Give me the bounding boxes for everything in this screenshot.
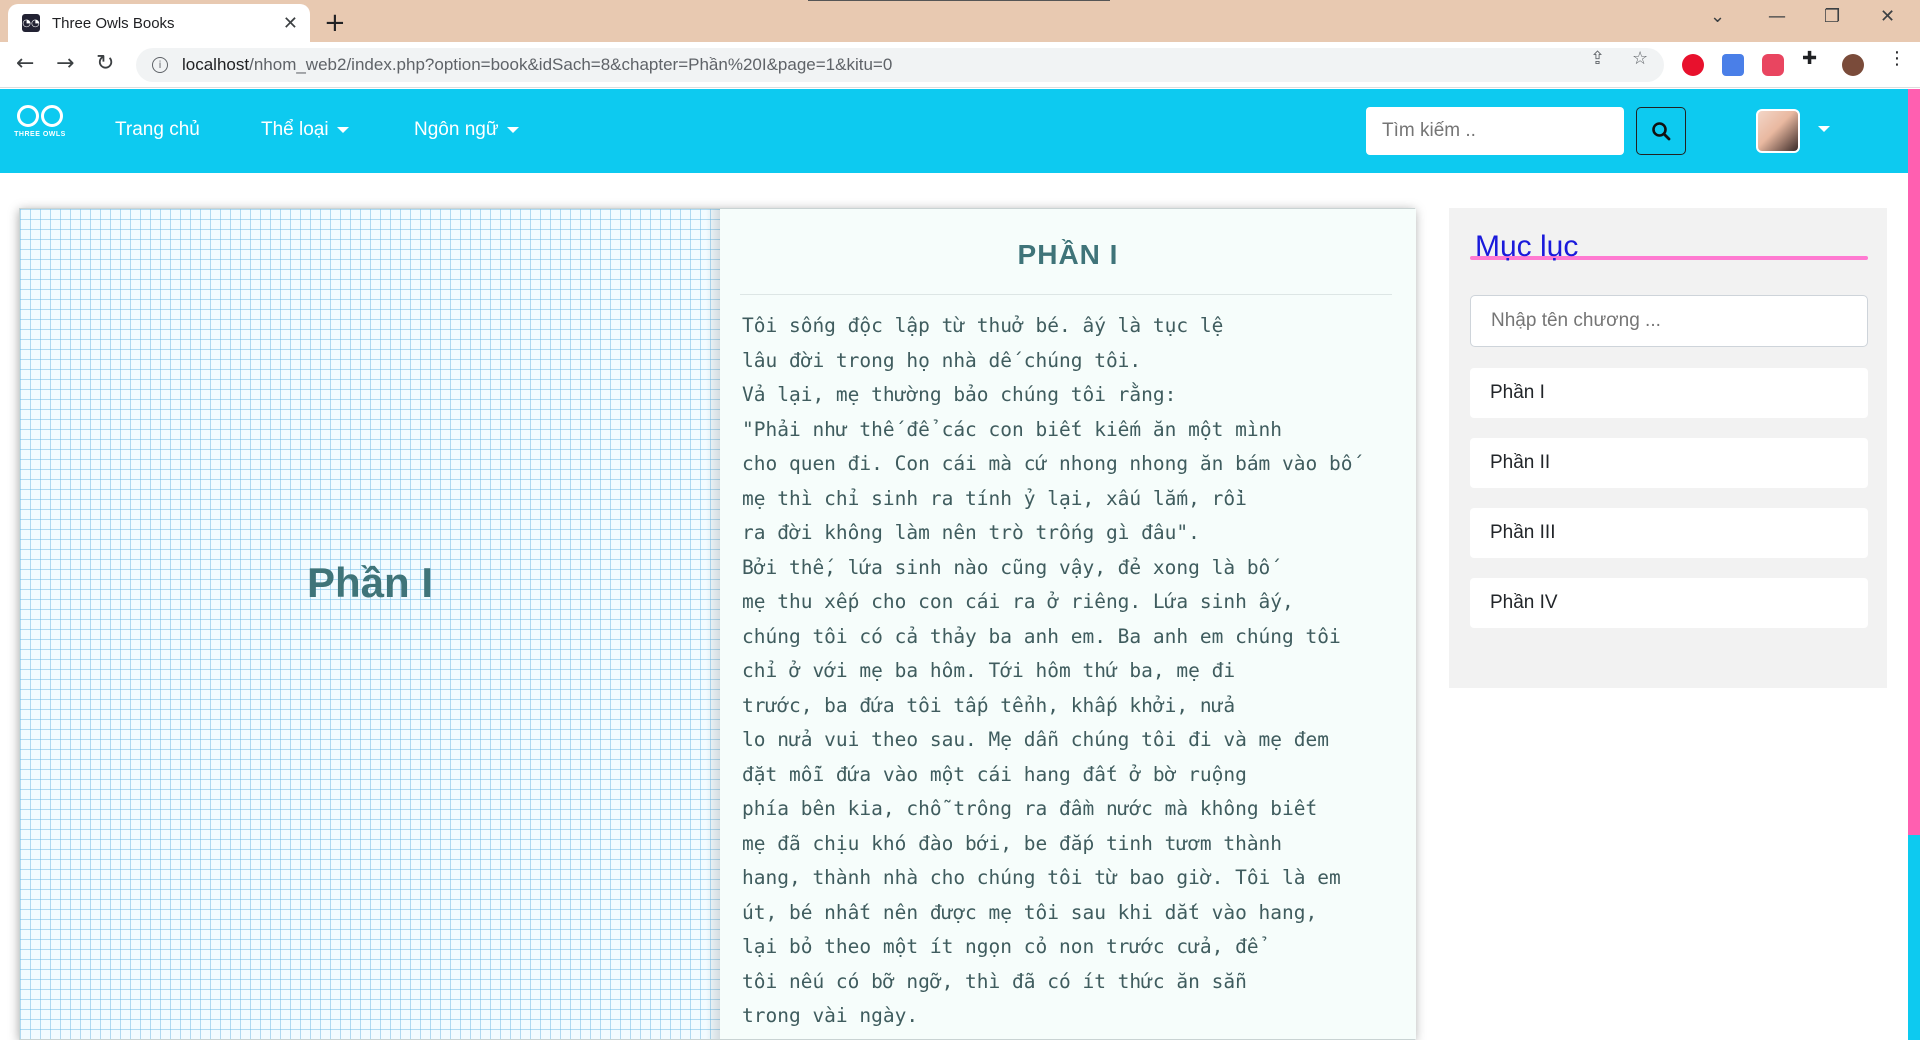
toc-item-phan-1[interactable]: Phần I	[1470, 368, 1868, 418]
text-line: Vả lại, mẹ thường bảo chúng tôi rằng:	[742, 383, 1177, 406]
chapter-search-input[interactable]	[1470, 295, 1868, 347]
toc-item-phan-4[interactable]: Phần IV	[1470, 578, 1868, 628]
chapter-heading: PHẦN I	[1017, 239, 1119, 270]
text-line: "Phải như thế để các con biết kiếm ăn mộ…	[742, 417, 1283, 441]
profile-avatar[interactable]	[1842, 54, 1864, 76]
back-icon[interactable]: ←	[16, 51, 34, 76]
toc-item-phan-3[interactable]: Phần III	[1470, 508, 1868, 558]
bookmark-star-icon[interactable]: ☆	[1632, 48, 1648, 69]
nav-language-label: Ngôn ngữ	[414, 119, 499, 140]
owl-favicon-icon: ◔◔	[22, 14, 40, 32]
caret-down-icon	[506, 126, 519, 133]
heading-divider	[740, 294, 1392, 295]
toc-item-phan-2[interactable]: Phần II	[1470, 438, 1868, 488]
text-line: lâu đời trong họ nhà dế chúng tôi.	[742, 348, 1142, 372]
search-button[interactable]	[1636, 107, 1686, 155]
tab-strip-line	[808, 0, 1110, 1]
nav-home-link[interactable]: Trang chủ	[115, 119, 200, 141]
book-right-page: PHẦN I Tôi sống độc lập từ thuở bé. ấy l…	[720, 209, 1416, 1039]
book-reader: Phần I PHẦN I Tôi sống độc lập từ thuở b…	[19, 208, 1416, 1040]
tab-title: Three Owls Books	[52, 14, 175, 32]
new-tab-icon[interactable]: +	[324, 8, 346, 38]
table-of-contents: Mục lục Phần I Phần II Phần III Phần IV	[1449, 208, 1887, 688]
text-line: mẹ đã chịu khó đào bới, be đắp tinh tươm…	[742, 831, 1283, 855]
url-path: /nhom_web2/index.php?option=book&idSach=…	[249, 55, 893, 74]
user-avatar[interactable]	[1756, 109, 1800, 153]
site-info-icon[interactable]: i	[152, 57, 168, 73]
site-navbar: THREE OWLS Trang chủ Thể loại Ngôn ngữ	[0, 89, 1908, 173]
forward-icon[interactable]: →	[56, 51, 74, 76]
close-tab-icon[interactable]: ✕	[283, 13, 298, 34]
translate-extension-icon[interactable]	[1722, 54, 1744, 76]
reload-icon[interactable]: ↻	[96, 51, 114, 76]
browser-tabbar: ◔◔ Three Owls Books ✕ + ⌄ — ❐ ✕	[0, 0, 1920, 42]
text-line: lại bỏ theo một ít ngọn cỏ non trước cửa…	[742, 935, 1259, 958]
opera-extension-icon[interactable]	[1682, 54, 1704, 76]
text-line: Tôi sống độc lập từ thuở bé. ấy là tục l…	[742, 314, 1224, 337]
avatar-caret-down-icon[interactable]	[1818, 126, 1830, 132]
text-line: ra đời không làm nên trò trống gì đâu".	[742, 521, 1200, 544]
extensions-puzzle-icon[interactable]: ✚	[1802, 48, 1817, 69]
text-line: trước, ba đứa tôi tấp tểnh, khấp khởi, n…	[742, 693, 1236, 717]
text-line: mẹ thu xếp cho con cái ra ở riêng. Lứa s…	[742, 590, 1294, 613]
url-host: localhost	[182, 55, 250, 74]
close-window-icon[interactable]: ✕	[1880, 6, 1895, 27]
menu-kebab-icon[interactable]: ⋮	[1888, 48, 1906, 69]
url-text: localhost/nhom_web2/index.php?option=boo…	[182, 55, 892, 75]
restore-icon[interactable]: ❐	[1824, 6, 1840, 27]
toc-title: Mục lục	[1475, 230, 1579, 263]
text-line: đặt mỗi đứa vào một cái hang đất ở bờ ru…	[742, 762, 1247, 786]
chapter-text: Tôi sống độc lập từ thuở bé. ấy là tục l…	[742, 309, 1392, 1034]
left-page-chapter-title: Phần I	[306, 559, 434, 606]
text-line: hang, thành nhà cho chúng tôi từ bao giờ…	[742, 866, 1341, 889]
text-line: lo nửa vui theo sau. Mẹ dẫn chúng tôi đi…	[742, 728, 1329, 751]
text-line: chỉ ở với mẹ ba hôm. Tới hôm thứ ba, mẹ …	[742, 659, 1236, 682]
text-line: trong vài ngày.	[742, 1004, 919, 1027]
text-line: mẹ thì chỉ sinh ra tính ỷ lại, xấu lắm, …	[742, 486, 1247, 510]
text-line: tôi nếu có bỡ ngỡ, thì đã có ít thức ăn …	[742, 969, 1247, 993]
text-line: Bởi thế, lứa sinh nào cũng vậy, đẻ xong …	[742, 555, 1271, 579]
nav-category-dropdown[interactable]: Thể loại	[261, 119, 349, 141]
text-line: phía bên kia, chỗ trông ra đầm nước mà k…	[742, 797, 1318, 820]
text-line: cho quen đi. Con cái mà cứ nhong nhong ă…	[742, 452, 1353, 475]
book-left-page: Phần I	[20, 209, 720, 1039]
text-line: chúng tôi có cả thảy ba anh em. Ba anh e…	[742, 624, 1341, 648]
share-icon[interactable]: ⇪	[1590, 48, 1605, 69]
search-icon	[1652, 122, 1671, 141]
text-line: út, bé nhất nên được mẹ tôi sau khi dắt …	[742, 900, 1318, 924]
site-logo[interactable]: THREE OWLS	[14, 105, 66, 155]
tab-search-chevron-icon[interactable]: ⌄	[1710, 6, 1725, 27]
owl-logo-icon	[14, 105, 66, 127]
browser-toolbar: ← → ↻ i localhost/nhom_web2/index.php?op…	[0, 42, 1920, 88]
nav-category-label: Thể loại	[261, 119, 329, 140]
scrollbar-thumb[interactable]	[1908, 89, 1920, 835]
browser-tab[interactable]: ◔◔ Three Owls Books ✕	[8, 4, 310, 42]
caret-down-icon	[336, 126, 349, 133]
logo-brand-text: THREE OWLS	[14, 131, 66, 138]
url-bar[interactable]: i localhost/nhom_web2/index.php?option=b…	[136, 48, 1664, 82]
nav-language-dropdown[interactable]: Ngôn ngữ	[414, 119, 519, 141]
shield-extension-icon[interactable]	[1762, 54, 1784, 76]
minimize-icon[interactable]: —	[1768, 6, 1786, 27]
site-search-input[interactable]	[1366, 107, 1624, 155]
